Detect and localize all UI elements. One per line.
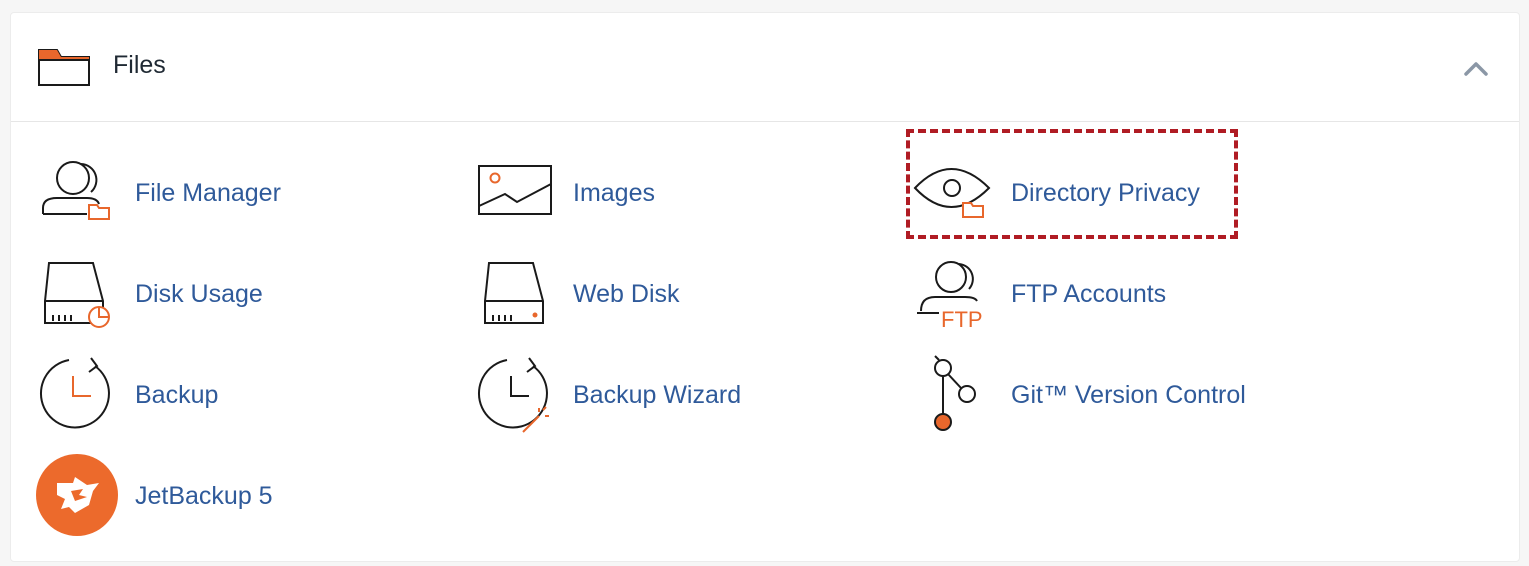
images-icon	[478, 165, 552, 215]
files-section-header[interactable]: Files	[11, 13, 1519, 122]
web-disk-link[interactable]: Web Disk	[473, 251, 793, 335]
item-label: Disk Usage	[135, 280, 263, 308]
ftp-icon-text: FTP	[941, 307, 983, 332]
disk-usage-link[interactable]: Disk Usage	[35, 251, 355, 335]
item-label: File Manager	[135, 179, 281, 207]
item-label: Backup Wizard	[573, 381, 742, 409]
chevron-up-icon[interactable]	[1459, 53, 1493, 83]
jetbackup-link[interactable]: JetBackup 5	[35, 453, 355, 537]
jetbackup-icon	[36, 454, 118, 536]
item-label: Git™ Version Control	[1011, 381, 1246, 409]
git-icon	[934, 355, 976, 431]
git-version-control-link[interactable]: Git™ Version Control	[911, 352, 1271, 436]
backup-wizard-link[interactable]: Backup Wizard	[473, 352, 793, 436]
item-label: Images	[573, 179, 655, 207]
backup-icon	[39, 357, 110, 429]
highlight-box	[906, 129, 1238, 239]
backup-link[interactable]: Backup	[35, 352, 355, 436]
ftp-accounts-icon: FTP	[917, 261, 983, 332]
disk-usage-icon	[44, 262, 110, 328]
item-label: Backup	[135, 381, 219, 409]
item-label: JetBackup 5	[135, 482, 273, 510]
files-panel: Files File Manager Images Directory Priv	[10, 12, 1520, 562]
images-link[interactable]: Images	[473, 150, 793, 234]
ftp-accounts-link[interactable]: FTP FTP Accounts	[911, 251, 1231, 335]
folder-icon	[38, 49, 90, 86]
section-title: Files	[113, 51, 166, 79]
file-manager-icon	[42, 161, 110, 220]
web-disk-icon	[484, 262, 544, 324]
item-label: FTP Accounts	[1011, 280, 1167, 308]
backup-wizard-icon	[477, 357, 549, 433]
item-label: Web Disk	[573, 280, 680, 308]
file-manager-link[interactable]: File Manager	[35, 150, 355, 234]
